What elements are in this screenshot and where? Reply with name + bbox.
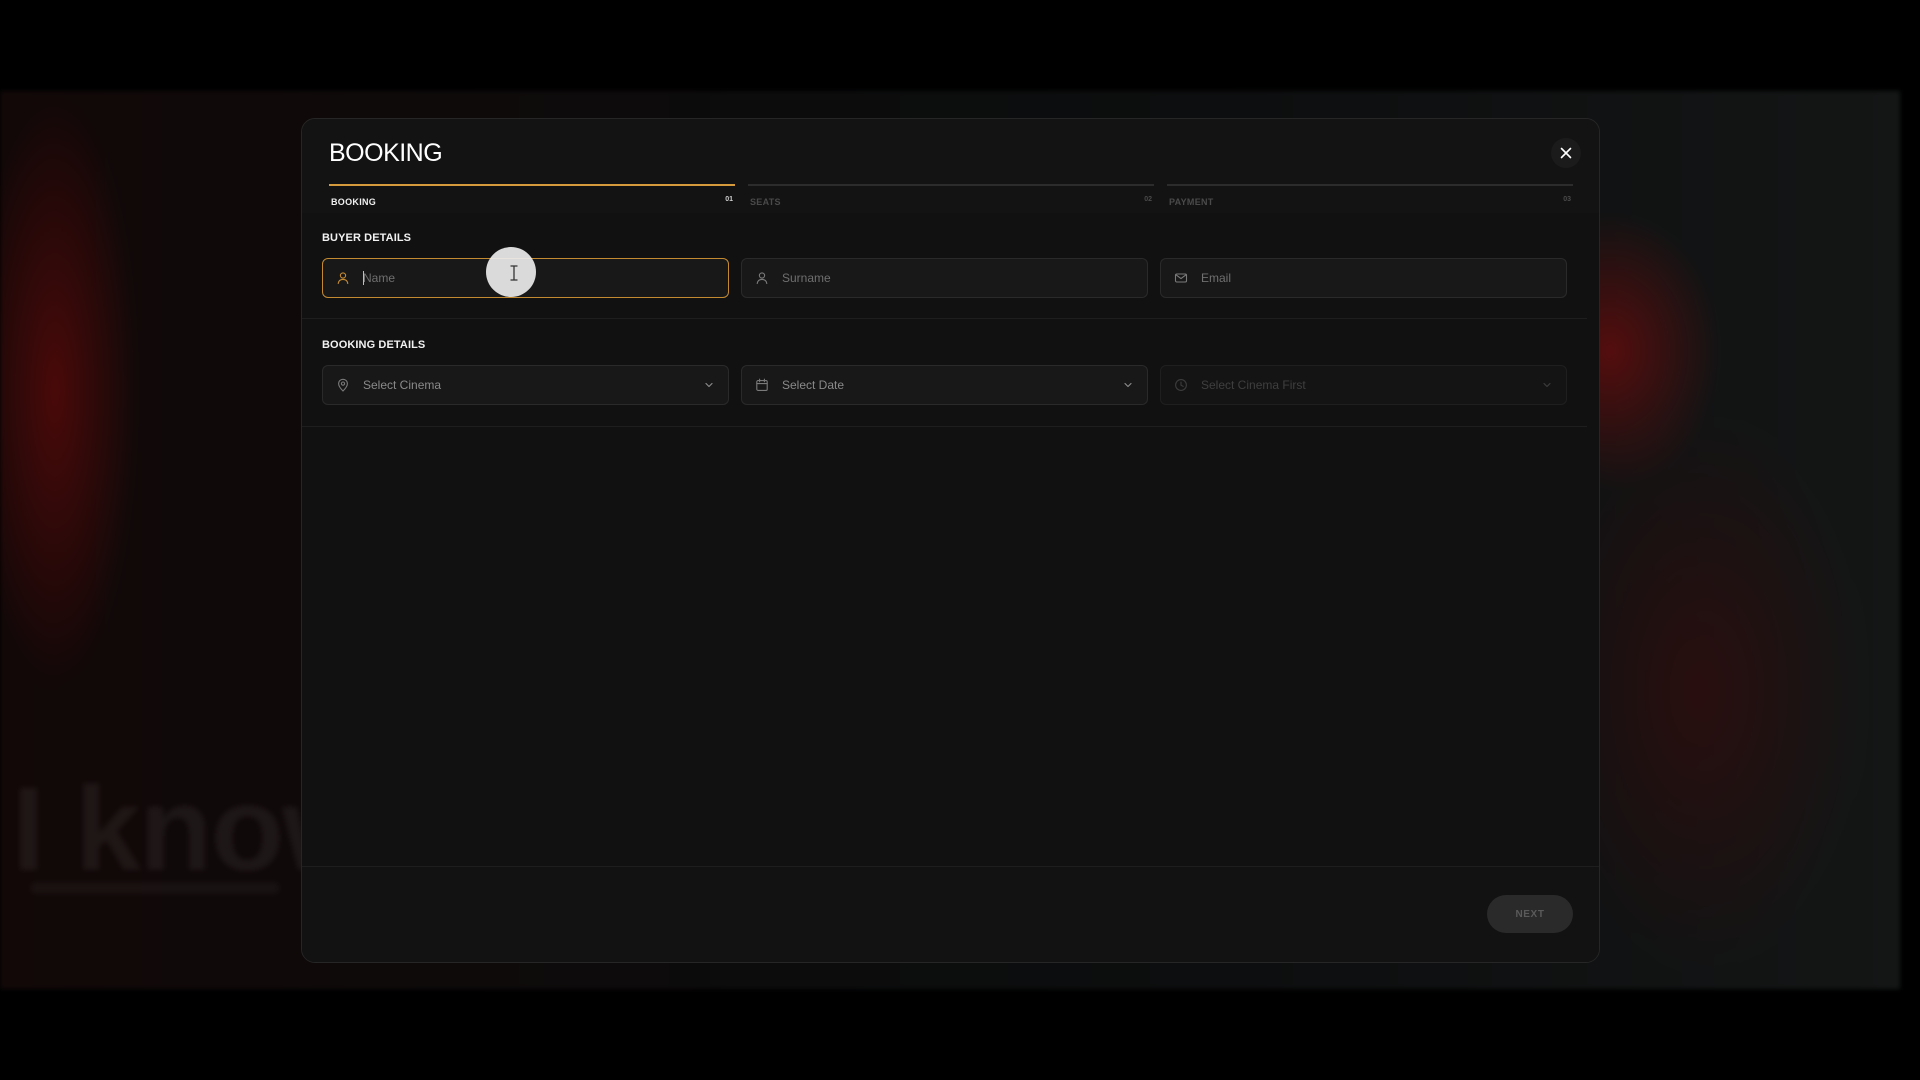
calendar-icon (756, 378, 768, 391)
step-label: SEATS (750, 197, 781, 207)
email-input[interactable] (1201, 259, 1531, 297)
step-label: BOOKING (331, 197, 377, 207)
cinema-select[interactable]: Select Cinema (322, 365, 729, 405)
user-icon (337, 272, 349, 285)
cinema-select-value: Select Cinema (363, 378, 442, 392)
step-number: 02 (1144, 196, 1152, 203)
chevron-down-icon (1543, 382, 1551, 388)
step-label: PAYMENT (1169, 197, 1214, 207)
showtime-select-value: Select Cinema First (1201, 378, 1306, 392)
clock-icon (1175, 379, 1187, 391)
step-number: 01 (725, 196, 733, 203)
surname-input[interactable] (782, 259, 1112, 297)
booking-details-heading: BOOKING DETAILS (322, 339, 426, 351)
background-subtitle-blur (30, 882, 280, 894)
close-button[interactable] (1551, 138, 1581, 168)
step-booking: BOOKING 01 (329, 184, 735, 208)
section-divider (302, 318, 1587, 319)
chevron-down-icon (1124, 382, 1132, 388)
text-caret (363, 271, 364, 285)
name-field[interactable] (322, 258, 729, 298)
step-progress: BOOKING 01 SEATS 02 PAYMENT 03 (329, 184, 1579, 208)
modal-header: BOOKING BOOKING 01 SEATS 02 PAYMENT 03 (302, 119, 1599, 213)
buyer-details-heading: BUYER DETAILS (322, 232, 412, 244)
step-number: 03 (1563, 196, 1571, 203)
step-payment: PAYMENT 03 (1167, 184, 1573, 208)
date-select[interactable]: Select Date (741, 365, 1148, 405)
map-pin-icon (338, 378, 348, 392)
modal-title: BOOKING (329, 139, 443, 167)
step-bar (329, 184, 735, 186)
modal-footer: NEXT (302, 866, 1599, 962)
step-bar (748, 184, 1154, 186)
name-input[interactable] (363, 259, 693, 297)
user-icon (756, 272, 768, 285)
close-icon (1560, 147, 1572, 159)
date-select-value: Select Date (782, 378, 845, 392)
booking-modal: BOOKING BOOKING 01 SEATS 02 PAYMENT 03 B… (301, 118, 1600, 963)
chevron-down-icon (705, 382, 713, 388)
next-button[interactable]: NEXT (1487, 895, 1573, 933)
app-screen: I know BOOKING BOOKING 01 SEATS 02 PAYME… (0, 0, 1920, 1080)
step-bar (1167, 184, 1573, 186)
email-field[interactable] (1160, 258, 1567, 298)
step-seats: SEATS 02 (748, 184, 1154, 208)
section-divider (302, 426, 1587, 427)
surname-field[interactable] (741, 258, 1148, 298)
showtime-select[interactable]: Select Cinema First (1160, 365, 1567, 405)
mail-icon (1174, 273, 1188, 283)
